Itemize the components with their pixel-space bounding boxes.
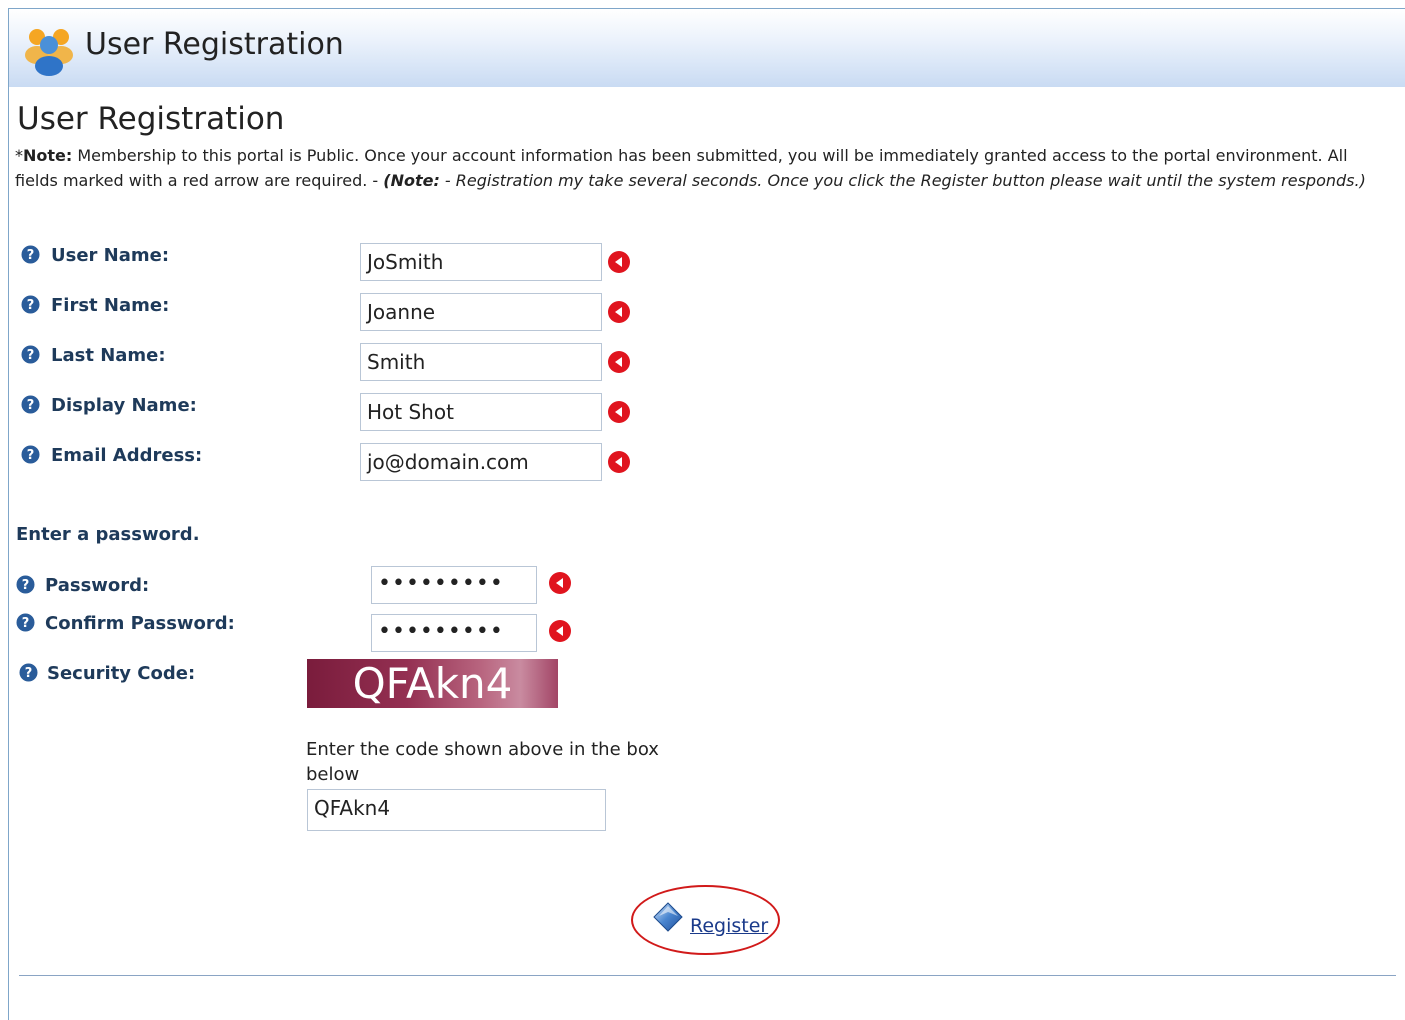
required-arrow-icon <box>608 401 630 423</box>
required-arrow-icon <box>608 301 630 323</box>
note-paren: ( <box>383 171 391 190</box>
display-name-input[interactable]: Hot Shot <box>360 393 602 431</box>
help-circle-icon[interactable]: ? <box>16 613 35 632</box>
email-address-label: Email Address: <box>51 445 203 466</box>
note-label: Note: <box>23 146 73 165</box>
register-link[interactable]: Register <box>690 915 768 937</box>
svg-text:?: ? <box>22 578 30 593</box>
display-name-label: Display Name: <box>51 395 197 416</box>
required-arrow-icon <box>608 451 630 473</box>
security-code-input[interactable]: QFAkn4 <box>307 789 606 831</box>
note-italic-label: Note: <box>390 171 440 190</box>
first-name-input[interactable]: Joanne <box>360 293 602 331</box>
note-italic-text: - Registration my take several seconds. … <box>439 171 1366 190</box>
required-arrow-icon <box>549 620 571 642</box>
svg-text:?: ? <box>25 666 33 681</box>
help-circle-icon[interactable]: ? <box>21 295 40 314</box>
help-circle-icon[interactable]: ? <box>16 575 35 594</box>
svg-text:?: ? <box>27 348 35 363</box>
password-section-heading: Enter a password. <box>16 524 200 545</box>
svg-text:?: ? <box>27 398 35 413</box>
note-prefix: * <box>15 146 23 165</box>
required-arrow-icon <box>608 251 630 273</box>
register-diamond-icon[interactable] <box>651 900 685 934</box>
footer-divider <box>19 975 1396 976</box>
registration-note: *Note: Membership to this portal is Publ… <box>15 143 1385 193</box>
security-code-label: Security Code: <box>47 663 196 684</box>
email-address-input[interactable]: jo@domain.com <box>360 443 602 481</box>
confirm-password-label: Confirm Password: <box>45 613 235 634</box>
svg-text:?: ? <box>27 298 35 313</box>
svg-text:?: ? <box>22 616 30 631</box>
help-circle-icon[interactable]: ? <box>21 395 40 414</box>
svg-text:?: ? <box>27 248 35 263</box>
captcha-instructions: Enter the code shown above in the box be… <box>306 739 659 785</box>
user-name-label: User Name: <box>51 245 170 266</box>
required-arrow-icon <box>549 572 571 594</box>
help-circle-icon[interactable]: ? <box>21 445 40 464</box>
first-name-label: First Name: <box>51 295 170 316</box>
password-label: Password: <box>45 575 150 596</box>
captcha-image: QFAkn4 <box>307 659 558 708</box>
password-input[interactable]: ••••••••• <box>371 566 537 604</box>
svg-text:?: ? <box>27 448 35 463</box>
window-title: User Registration <box>85 27 344 62</box>
users-group-icon <box>25 29 73 76</box>
page-title: User Registration <box>17 101 285 137</box>
help-circle-icon[interactable]: ? <box>21 345 40 364</box>
required-arrow-icon <box>608 351 630 373</box>
help-circle-icon[interactable]: ? <box>21 245 40 264</box>
help-circle-icon[interactable]: ? <box>19 663 38 682</box>
registration-window: User Registration User Registration *Not… <box>8 8 1405 1020</box>
last-name-label: Last Name: <box>51 345 166 366</box>
last-name-input[interactable]: Smith <box>360 343 602 381</box>
title-bar: User Registration <box>9 9 1405 87</box>
confirm-password-input[interactable]: ••••••••• <box>371 614 537 652</box>
user-name-input[interactable]: JoSmith <box>360 243 602 281</box>
